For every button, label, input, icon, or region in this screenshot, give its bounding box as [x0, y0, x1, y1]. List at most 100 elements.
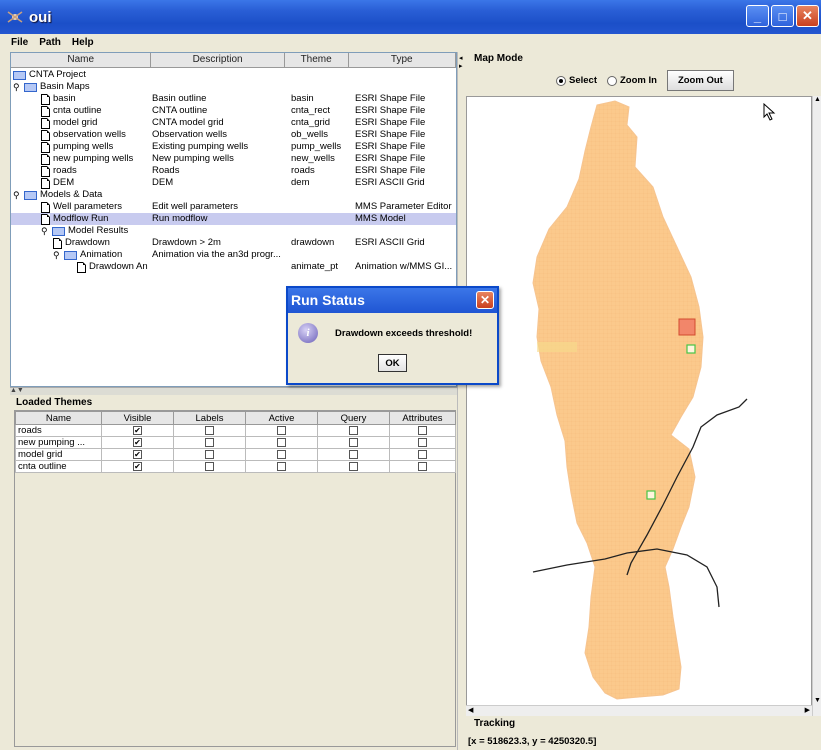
menu-file[interactable]: File [11, 37, 28, 48]
tree-node[interactable]: Modflow Run [41, 213, 108, 225]
minimize-button[interactable]: _ [746, 5, 769, 27]
labels-checkbox[interactable] [205, 425, 214, 435]
maximize-icon: □ [778, 8, 787, 24]
tree-node[interactable]: roads [41, 165, 77, 177]
tree-row[interactable]: Drawdown An animate_pt Animation w/MMS GI.… [11, 261, 456, 273]
well-marker[interactable] [646, 490, 656, 500]
expand-pin-icon[interactable]: ⚲ [13, 81, 23, 93]
tree-node[interactable]: cnta outline [41, 105, 102, 117]
maximize-button[interactable]: □ [771, 5, 794, 27]
column-header-description[interactable]: Description [151, 53, 285, 67]
attributes-checkbox[interactable] [418, 449, 427, 459]
tree-node[interactable]: Drawdown An [77, 261, 148, 273]
tree-row[interactable]: DEM DEM dem ESRI ASCII Grid [11, 177, 456, 189]
tree-row[interactable]: new pumping wells New pumping wells new_we… [11, 153, 456, 165]
tree-row[interactable]: roads Roads roads ESRI Shape File [11, 165, 456, 177]
tree-node[interactable]: ⚲ Models & Data [13, 189, 102, 201]
close-button[interactable]: ✕ [796, 5, 819, 27]
tree-row[interactable]: Well parameters Edit well parameters MMS P… [11, 201, 456, 213]
tree-node[interactable]: pumping wells [41, 141, 113, 153]
tree-row[interactable]: cnta outline CNTA outline cnta_rect ESRI Sh… [11, 105, 456, 117]
labels-checkbox[interactable] [205, 437, 214, 447]
dialog-close-button[interactable]: ✕ [476, 291, 494, 309]
active-checkbox[interactable] [277, 425, 286, 435]
tree-node[interactable]: Drawdown [53, 237, 110, 249]
attributes-checkbox[interactable] [418, 425, 427, 435]
scroll-down-icon[interactable]: ▼ [814, 697, 821, 704]
tree-row[interactable]: observation wells Observation wells ob_wel… [11, 129, 456, 141]
ok-button[interactable]: OK [378, 354, 407, 372]
tree-node[interactable]: basin [41, 93, 76, 105]
theme-row[interactable]: new pumping ... ✔ [15, 436, 456, 449]
select-radio[interactable] [556, 75, 566, 86]
tree-row[interactable]: ⚲ Basin Maps [11, 81, 456, 93]
tree-row[interactable]: basin Basin outline basin ESRI Shape File [11, 93, 456, 105]
query-checkbox[interactable] [349, 449, 358, 459]
active-checkbox[interactable] [277, 437, 286, 447]
attributes-checkbox[interactable] [418, 437, 427, 447]
themes-header-visible[interactable]: Visible [101, 411, 174, 425]
document-icon [41, 165, 50, 177]
query-checkbox[interactable] [349, 437, 358, 447]
query-checkbox[interactable] [349, 461, 358, 471]
panel-splitter[interactable]: ▲▼ [10, 387, 457, 395]
tree-row[interactable]: ⚲ Model Results [11, 225, 456, 237]
themes-header-active[interactable]: Active [245, 411, 318, 425]
scroll-right-icon[interactable]: ▶ [805, 706, 810, 714]
tree-row[interactable]: model grid CNTA model grid cnta_grid ESRI S… [11, 117, 456, 129]
attributes-checkbox[interactable] [418, 461, 427, 471]
zoom-out-button[interactable]: Zoom Out [666, 70, 734, 91]
expand-pin-icon[interactable]: ⚲ [13, 189, 23, 201]
map-vertical-scrollbar[interactable]: ▲ ▼ [812, 96, 821, 716]
tree-row[interactable]: Modflow Run Run modflow MMS Model [11, 213, 456, 225]
themes-header-attributes[interactable]: Attributes [389, 411, 456, 425]
expand-pin-icon[interactable]: ⚲ [53, 249, 63, 261]
themes-header-labels[interactable]: Labels [173, 411, 246, 425]
tree-cell-type: ESRI ASCII Grid [355, 237, 425, 248]
tree-node[interactable]: DEM [41, 177, 74, 189]
labels-checkbox[interactable] [205, 461, 214, 471]
query-checkbox[interactable] [349, 425, 358, 435]
map-canvas[interactable] [466, 96, 812, 716]
tree-node[interactable]: CNTA Project [13, 69, 86, 81]
tree-row[interactable]: Drawdown Drawdown > 2m drawdown ESRI ASCII … [11, 237, 456, 249]
theme-row[interactable]: cnta outline ✔ [15, 460, 456, 473]
tree-row[interactable]: ⚲ Animation Animation via the an3d progr..… [11, 249, 456, 261]
active-checkbox[interactable] [277, 449, 286, 459]
visible-checkbox[interactable]: ✔ [133, 425, 142, 435]
theme-row[interactable]: model grid ✔ [15, 448, 456, 461]
tree-node[interactable]: ⚲ Model Results [41, 225, 128, 237]
column-header-theme[interactable]: Theme [285, 53, 349, 67]
info-icon: i [298, 323, 318, 343]
menu-help[interactable]: Help [72, 37, 94, 48]
theme-row[interactable]: roads ✔ [15, 424, 456, 437]
scroll-left-icon[interactable]: ◀ [468, 706, 473, 714]
tree-row[interactable]: CNTA Project [11, 69, 456, 81]
tracking-label: Tracking [474, 718, 516, 729]
active-checkbox[interactable] [277, 461, 286, 471]
themes-header-query[interactable]: Query [317, 411, 390, 425]
tree-node[interactable]: ⚲ Basin Maps [13, 81, 90, 93]
column-header-type[interactable]: Type [349, 53, 456, 67]
expand-pin-icon[interactable]: ⚲ [41, 225, 51, 237]
zoom-in-radio[interactable] [607, 75, 617, 86]
tree-row[interactable]: pumping wells Existing pumping wells pump_… [11, 141, 456, 153]
menu-path[interactable]: Path [39, 37, 61, 48]
themes-header-name[interactable]: Name [15, 411, 102, 425]
scroll-up-icon[interactable]: ▲ [814, 96, 821, 103]
map-horizontal-scrollbar[interactable]: ◀ ▶ [466, 705, 812, 716]
labels-checkbox[interactable] [205, 449, 214, 459]
tree-node[interactable]: observation wells [41, 129, 126, 141]
tree-node[interactable]: ⚲ Animation [53, 249, 122, 261]
well-marker[interactable] [686, 344, 696, 354]
visible-checkbox[interactable]: ✔ [133, 461, 142, 471]
column-header-name[interactable]: Name [11, 53, 152, 67]
visible-checkbox[interactable]: ✔ [133, 449, 142, 459]
theme-cell-labels [173, 436, 246, 449]
visible-checkbox[interactable]: ✔ [133, 437, 142, 447]
tree-row[interactable]: ⚲ Models & Data [11, 189, 456, 201]
tree-node[interactable]: new pumping wells [41, 153, 133, 165]
tree-node[interactable]: Well parameters [41, 201, 122, 213]
tree-node[interactable]: model grid [41, 117, 97, 129]
split-divider[interactable]: ◂ ▸ [457, 52, 466, 750]
